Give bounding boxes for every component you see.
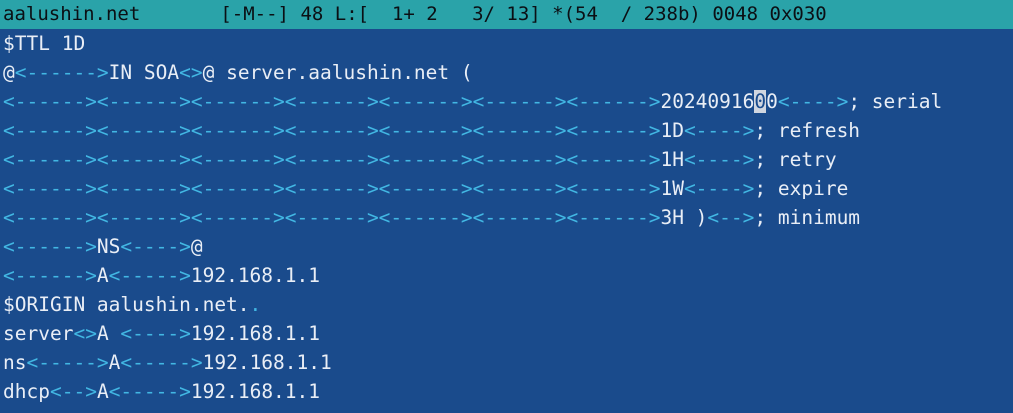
editor-line[interactable]: <------>NS<---->@: [3, 232, 1013, 261]
line-text: 192.168.1.1: [202, 351, 332, 374]
editor-line[interactable]: <------><------><------><------><------>…: [3, 87, 1013, 116]
editor-line[interactable]: $TTL 1D: [3, 29, 1013, 58]
status-line-info: L:[ 1+ 2 3/ 13]: [334, 3, 541, 25]
line-text: $TTL 1D: [3, 32, 86, 55]
line-text: 1H: [660, 148, 684, 171]
tab-marker: <------><------><------><------><------>…: [3, 177, 661, 200]
editor-line[interactable]: ns<----->A<----->192.168.1.1: [3, 348, 1013, 377]
editor-line[interactable]: dhcp<-->A<----->192.168.1.1: [3, 377, 1013, 406]
tab-marker: <------>: [3, 235, 97, 258]
line-text: ; refresh: [754, 119, 861, 142]
tab-marker: <------><------><------><------><------>…: [3, 148, 661, 171]
editor-line[interactable]: <------><------><------><------><------>…: [3, 116, 1013, 145]
newline-marker: .: [249, 293, 262, 316]
tab-marker: <------>: [14, 61, 109, 84]
status-spacer: [323, 3, 334, 25]
tab-marker: <------>: [3, 264, 97, 287]
line-text: 1W: [660, 177, 684, 200]
line-text: @ server.aalushin.net (: [202, 61, 473, 84]
tab-marker: <---->: [120, 235, 191, 258]
tab-marker: <---->: [683, 177, 755, 200]
line-text: 192.168.1.1: [190, 322, 321, 345]
line-text: ns: [3, 351, 27, 374]
editor-text-area[interactable]: $TTL 1D @<------>IN SOA<>@ server.aalushi…: [0, 29, 1013, 406]
line-text: ; expire: [754, 177, 849, 200]
tab-marker: <------><------><------><------><------>…: [3, 90, 661, 113]
line-text: A: [108, 351, 121, 374]
editor-line[interactable]: <------>A<----->192.168.1.1: [3, 261, 1013, 290]
editor-line[interactable]: $ORIGIN aalushin.net..: [3, 290, 1013, 319]
text-cursor: 0: [754, 90, 767, 113]
tab-marker: <----->: [120, 351, 203, 374]
tab-marker: <---->: [120, 322, 191, 345]
tab-marker: <-->: [49, 380, 97, 403]
tab-marker: <------><------><------><------><------>…: [3, 119, 661, 142]
line-text: server: [3, 322, 74, 345]
line-text: 0: [766, 90, 778, 113]
tab-marker: <----->: [26, 351, 109, 374]
mcedit-window: aalushin.net [-M--] 48 L:[ 1+ 2 3/ 13] *…: [0, 0, 1013, 413]
status-spacer: [541, 3, 552, 25]
editor-line[interactable]: server<>A <---->192.168.1.1: [3, 319, 1013, 348]
line-text: $ORIGIN aalushin.net.: [3, 293, 250, 316]
tab-marker: <------><------><------><------><------>…: [3, 206, 661, 229]
tab-marker: <---->: [777, 90, 849, 113]
editor-line[interactable]: <------><------><------><------><------>…: [3, 203, 1013, 232]
line-text: dhcp: [3, 380, 50, 403]
status-column: 48: [300, 3, 324, 25]
status-spacer: [289, 3, 300, 25]
line-text: 3H ): [660, 206, 708, 229]
tab-marker: <>: [179, 61, 203, 84]
line-text: IN SOA: [108, 61, 180, 84]
status-spacer: [701, 3, 712, 25]
tab-marker: <-->: [707, 206, 755, 229]
editor-line[interactable]: <------><------><------><------><------>…: [3, 145, 1013, 174]
status-bar: aalushin.net [-M--] 48 L:[ 1+ 2 3/ 13] *…: [0, 0, 1013, 29]
status-filename: aalushin.net: [3, 3, 141, 25]
tab-marker: <----->: [108, 264, 191, 287]
line-text: ; serial: [848, 90, 943, 113]
status-char-code: 0048 0x030: [712, 3, 827, 25]
line-text: @: [190, 235, 203, 258]
line-text: 20240916: [660, 90, 755, 113]
tab-marker: <---->: [683, 148, 755, 171]
tab-marker: <>: [73, 322, 97, 345]
line-text: ; retry: [754, 148, 837, 171]
tab-marker: <---->: [683, 119, 755, 142]
status-spacer: [140, 3, 220, 25]
line-text: A: [96, 264, 109, 287]
line-text: NS: [96, 235, 121, 258]
status-flags: [-M--]: [220, 3, 289, 25]
line-text: 192.168.1.1: [190, 264, 320, 287]
status-char-info: *(54 / 238b): [552, 3, 701, 25]
tab-marker: <----->: [108, 380, 191, 403]
line-text: 192.168.1.1: [190, 380, 321, 403]
line-text: 1D: [660, 119, 684, 142]
line-text: A: [96, 380, 109, 403]
line-text: @: [3, 61, 15, 84]
line-text: A: [96, 322, 121, 345]
editor-line[interactable]: <------><------><------><------><------>…: [3, 174, 1013, 203]
line-text: ; minimum: [754, 206, 861, 229]
editor-line[interactable]: @<------>IN SOA<>@ server.aalushin.net (: [3, 58, 1013, 87]
